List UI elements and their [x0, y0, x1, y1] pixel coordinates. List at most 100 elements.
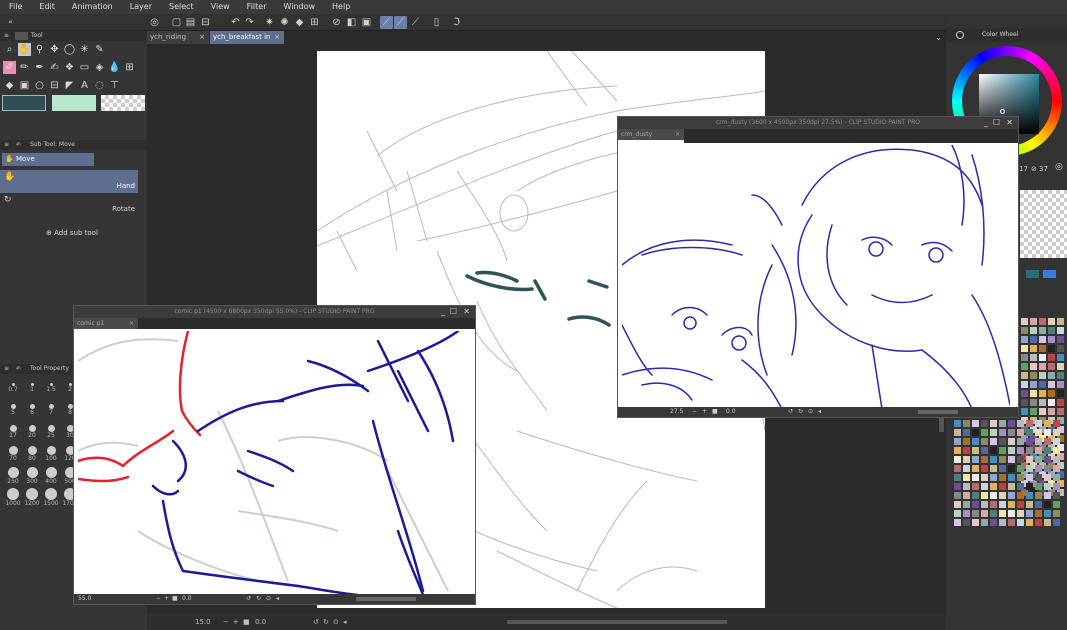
fit-icon[interactable]: ■: [172, 594, 178, 604]
palette-swatch[interactable]: [972, 465, 979, 472]
clip-studio-icon[interactable]: ◎: [148, 16, 161, 29]
menu-edit[interactable]: Edit: [30, 0, 63, 14]
palette-swatch[interactable]: [1017, 510, 1024, 517]
palette-swatch[interactable]: [1021, 336, 1028, 343]
palette-swatch[interactable]: [1048, 363, 1055, 370]
palette-swatch[interactable]: [1035, 474, 1042, 481]
crop-icon[interactable]: ⊞: [308, 16, 321, 29]
horizontal-scrollbar[interactable]: [918, 410, 958, 414]
zoom-readout[interactable]: 27.5: [670, 407, 683, 417]
menu-file[interactable]: File: [0, 0, 30, 14]
palette-swatch[interactable]: [1026, 510, 1033, 517]
brush-size-panel-title[interactable]: Tool Property: [30, 364, 70, 374]
palette-swatch[interactable]: [1035, 420, 1042, 427]
comic-window[interactable]: comic p1 (4500 x 6800px 350dpi 55.0%) - …: [73, 305, 476, 605]
brush-size-cell[interactable]: 20: [23, 425, 41, 445]
palette-swatch[interactable]: [1053, 429, 1060, 436]
color-wheel-title[interactable]: Color Wheel: [982, 28, 1018, 42]
palette-swatch[interactable]: [1039, 372, 1046, 379]
palette-swatch[interactable]: [1035, 501, 1042, 508]
palette-swatch[interactable]: [1048, 372, 1055, 379]
magic-wand-icon[interactable]: ✳: [78, 43, 91, 56]
horizontal-scrollbar[interactable]: [356, 597, 416, 601]
blend-icon[interactable]: ◈: [93, 61, 106, 74]
palette-swatch[interactable]: [954, 447, 961, 454]
palette-swatch[interactable]: [981, 510, 988, 517]
palette-swatch[interactable]: [963, 492, 970, 499]
palette-swatch[interactable]: [981, 420, 988, 427]
palette-swatch[interactable]: [1030, 363, 1037, 370]
maximize-icon[interactable]: ☐: [450, 306, 457, 318]
palette-swatch[interactable]: [1053, 456, 1060, 463]
palette-swatch[interactable]: [1017, 492, 1024, 499]
zoom-readout[interactable]: 15.0: [195, 614, 211, 630]
brush-size-cell[interactable]: 6: [23, 404, 41, 424]
palette-swatch[interactable]: [990, 483, 997, 490]
palette-swatch[interactable]: [1008, 474, 1015, 481]
snap-ruler-icon[interactable]: ⟋: [380, 16, 393, 29]
palette-swatch[interactable]: [972, 483, 979, 490]
palette-swatch[interactable]: [1044, 420, 1051, 427]
menu-layer[interactable]: Layer: [121, 0, 160, 14]
collapse-left-icon[interactable]: «: [4, 16, 17, 29]
palette-swatch[interactable]: [1008, 492, 1015, 499]
palette-swatch[interactable]: [963, 465, 970, 472]
close-icon[interactable]: ✕: [1006, 117, 1013, 129]
palette-swatch[interactable]: [954, 438, 961, 445]
palette-swatch[interactable]: [990, 510, 997, 517]
palette-swatch[interactable]: [1026, 483, 1033, 490]
zoom-in-icon[interactable]: +: [233, 614, 239, 630]
palette-swatch[interactable]: [999, 519, 1006, 526]
crm-tab[interactable]: crm_dusty ×: [618, 129, 684, 140]
palette-swatch[interactable]: [1044, 474, 1051, 481]
palette-swatch[interactable]: [954, 519, 961, 526]
palette-swatch[interactable]: [990, 447, 997, 454]
palette-swatch[interactable]: [954, 420, 961, 427]
palette-swatch[interactable]: [1008, 447, 1015, 454]
chevron-down-icon[interactable]: ⌄: [935, 31, 942, 44]
rotate-right-icon[interactable]: ↻: [256, 594, 261, 604]
palette-swatch[interactable]: [1035, 438, 1042, 445]
snap-special-ruler-icon[interactable]: ⟋: [394, 16, 407, 29]
palette-swatch[interactable]: [999, 447, 1006, 454]
menu-filter[interactable]: Filter: [238, 0, 275, 14]
brush-size-cell[interactable]: 7: [42, 404, 60, 424]
palette-swatch[interactable]: [1008, 510, 1015, 517]
palette-swatch[interactable]: [1048, 318, 1055, 325]
tool-panel-title[interactable]: Tool: [31, 31, 43, 41]
brush-icon[interactable]: ✒: [33, 61, 46, 74]
palette-swatch[interactable]: [1057, 372, 1064, 379]
palette-swatch[interactable]: [1039, 381, 1046, 388]
palette-swatch[interactable]: [981, 483, 988, 490]
palette-swatch[interactable]: [1048, 336, 1055, 343]
zoom-in-icon[interactable]: +: [164, 594, 169, 604]
tab-ych-riding[interactable]: ych_riding ×: [147, 31, 209, 44]
palette-swatch[interactable]: [1039, 399, 1046, 406]
zoom-out-icon[interactable]: −: [156, 594, 161, 604]
palette-swatch[interactable]: [981, 456, 988, 463]
rotation-readout[interactable]: 0.0: [182, 594, 192, 604]
tool-tab-icon[interactable]: [15, 32, 28, 40]
palette-swatch[interactable]: [999, 483, 1006, 490]
palette-swatch[interactable]: [1057, 354, 1064, 361]
zoom-out-icon[interactable]: −: [692, 407, 697, 417]
palette-swatch[interactable]: [1026, 438, 1033, 445]
panel-menu-icon[interactable]: ≡: [4, 31, 9, 41]
palette-swatch[interactable]: [1035, 465, 1042, 472]
palette-swatch[interactable]: [990, 474, 997, 481]
sub-tool-rotate[interactable]: ↻ Rotate: [0, 193, 138, 216]
palette-swatch[interactable]: [954, 429, 961, 436]
fit-icon[interactable]: ■: [243, 614, 250, 630]
palette-swatch[interactable]: [1017, 438, 1024, 445]
minimize-icon[interactable]: _: [984, 117, 988, 129]
palette-swatch[interactable]: [1030, 336, 1037, 343]
palette-swatch[interactable]: [1017, 501, 1024, 508]
palette-swatch[interactable]: [999, 429, 1006, 436]
rotate-left-icon[interactable]: ↺: [246, 594, 251, 604]
palette-swatch[interactable]: [963, 447, 970, 454]
palette-swatch[interactable]: [1057, 318, 1064, 325]
close-icon[interactable]: ×: [675, 129, 680, 140]
palette-swatch[interactable]: [990, 456, 997, 463]
device-icon[interactable]: ▯: [430, 16, 443, 29]
palette-swatch[interactable]: [963, 429, 970, 436]
